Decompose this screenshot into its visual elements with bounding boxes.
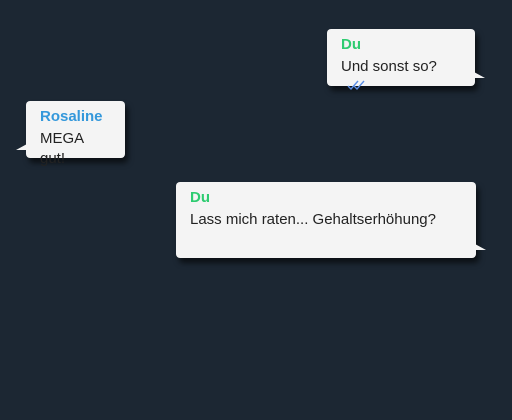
message-bubble-outgoing[interactable]: Du Und sonst so? xyxy=(327,29,485,91)
message-bubble-outgoing[interactable]: Du Lass mich raten... Gehaltserhöhung? xyxy=(176,182,486,258)
message-text: MEGA gut! xyxy=(40,130,84,167)
message-sender: Du xyxy=(190,189,210,206)
message-bubble-incoming[interactable]: Rosaline MEGA gut! xyxy=(16,101,125,167)
message-sender: Rosaline xyxy=(40,108,103,125)
message-text-row: Und sonst so? xyxy=(341,57,461,97)
message-text: Lass mich raten... Gehaltserhöhung? xyxy=(190,211,436,228)
double-check-icon xyxy=(347,77,367,97)
chat-area: Du Und sonst so? Rosaline MEGA gut! Du L… xyxy=(0,0,512,420)
message-text: Und sonst so? xyxy=(341,58,437,75)
message-sender: Du xyxy=(341,36,361,53)
